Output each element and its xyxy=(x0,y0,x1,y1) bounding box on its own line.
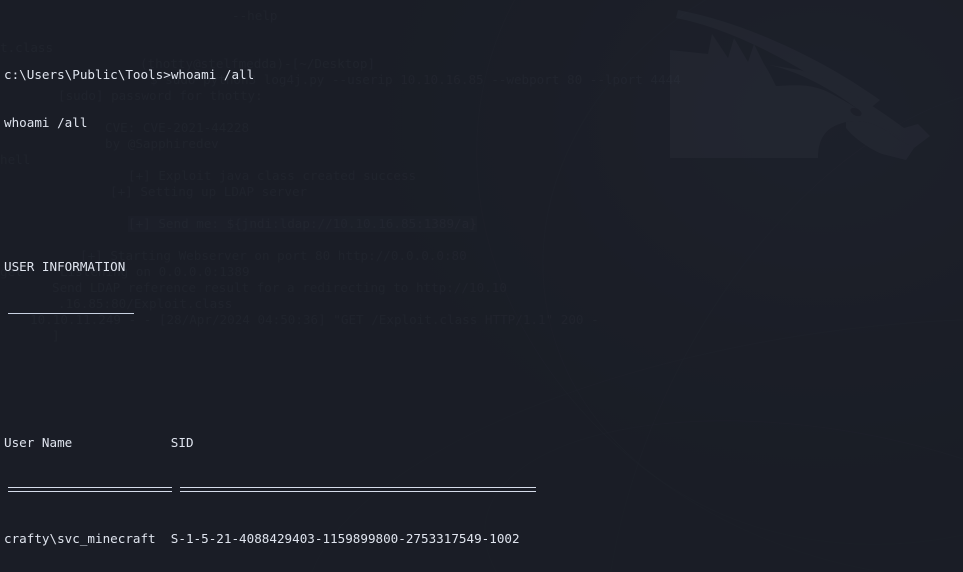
user-table-header: User Name SID xyxy=(4,435,963,451)
user-table-header-rule xyxy=(4,483,963,499)
user-table-row-text: crafty\svc_minecraft S-1-5-21-4088429403… xyxy=(4,531,520,546)
user-information-heading-underline xyxy=(4,307,963,323)
user-table-row: crafty\svc_minecraft S-1-5-21-4088429403… xyxy=(4,531,963,547)
command-prompt-line: c:\Users\Public\Tools>whoami /all xyxy=(4,67,963,83)
user-table-header-text: User Name SID xyxy=(4,435,194,450)
terminal-screen[interactable]: c:\Users\Public\Tools>whoami /all whoami… xyxy=(0,0,963,572)
terminal-window[interactable]: c:\Users\Public\Tools>whoami /all whoami… xyxy=(0,0,963,572)
section-heading-text: USER INFORMATION xyxy=(4,259,126,274)
command-echo-line: whoami /all xyxy=(4,115,963,131)
command-echo: whoami /all xyxy=(4,115,88,130)
user-information-heading: USER INFORMATION xyxy=(4,259,963,275)
prompt-path: c:\Users\Public\Tools> xyxy=(4,67,171,82)
prompt-command: whoami /all xyxy=(170,67,255,82)
